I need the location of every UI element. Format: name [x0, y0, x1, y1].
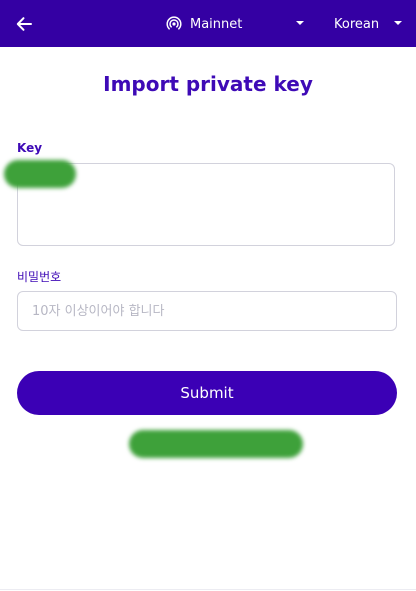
page-title: Import private key [103, 72, 313, 96]
arrow-left-icon [16, 17, 32, 31]
key-label: Key [17, 141, 43, 155]
broadcast-icon [166, 16, 182, 30]
network-selector[interactable]: Mainnet [166, 13, 306, 35]
redaction-mark [129, 430, 303, 458]
chevron-down-icon [394, 21, 402, 25]
back-button[interactable] [12, 12, 36, 36]
chevron-down-icon [296, 21, 304, 25]
redaction-mark [4, 160, 76, 188]
top-bar: Mainnet Korean [0, 0, 416, 47]
language-label: Korean [334, 16, 380, 32]
password-input[interactable] [17, 291, 397, 331]
divider [0, 589, 416, 590]
language-selector[interactable]: Korean [334, 13, 404, 35]
password-label: 비밀번호 [17, 270, 62, 284]
network-label: Mainnet [190, 16, 243, 32]
submit-button[interactable]: Submit [17, 371, 397, 415]
